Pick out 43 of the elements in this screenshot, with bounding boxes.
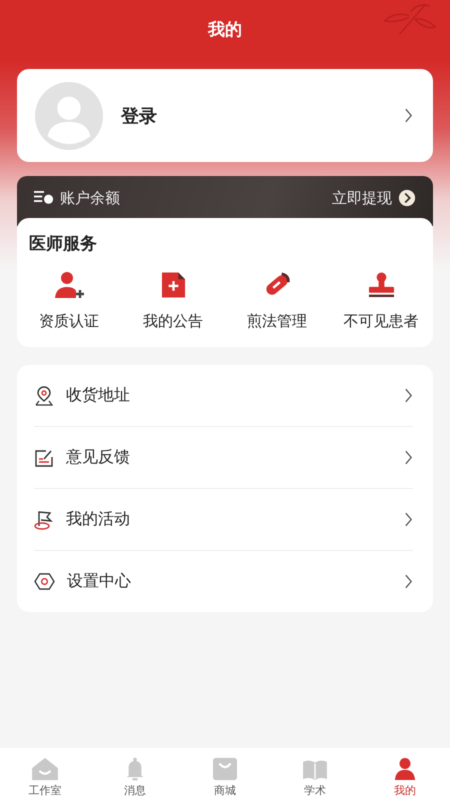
login-card[interactable]: 登录 <box>17 69 433 162</box>
tab[interactable]: 学术 <box>270 759 360 798</box>
page-title: 我的 <box>208 18 242 40</box>
menu-item[interactable]: 设置中心 <box>34 551 413 612</box>
person-add-icon[interactable] <box>53 271 85 299</box>
avatar-icon <box>35 82 103 150</box>
menu-label: 设置中心 <box>67 571 131 592</box>
balance-label: 账户余额 <box>60 189 120 208</box>
service-label[interactable]: 不可见患者 <box>344 312 418 331</box>
house-icon <box>31 757 59 781</box>
login-label: 登录 <box>121 104 158 128</box>
tab[interactable]: 商城 <box>180 757 270 798</box>
person-icon <box>394 757 416 781</box>
document-plus-icon[interactable] <box>160 271 186 299</box>
book-icon <box>302 759 328 781</box>
chevron-right-icon <box>404 512 413 527</box>
edit-note-icon <box>34 448 54 468</box>
coin-list-icon <box>34 189 54 204</box>
location-pin-icon <box>34 386 54 406</box>
chevron-right-icon <box>404 388 413 403</box>
stamp-icon[interactable] <box>368 271 394 299</box>
service-label[interactable]: 我的公告 <box>143 312 203 331</box>
chevron-right-icon <box>404 450 413 465</box>
chevron-right-icon <box>404 574 413 589</box>
bell-icon <box>125 757 145 781</box>
menu-item[interactable]: 收货地址 <box>34 365 413 427</box>
flag-icon <box>34 510 54 530</box>
service-label[interactable]: 资质认证 <box>39 312 99 331</box>
settings-icon <box>34 572 55 591</box>
tab[interactable]: 工作室 <box>0 757 90 798</box>
shopping-bag-icon <box>212 757 238 781</box>
chevron-circle-icon <box>398 189 416 207</box>
tab[interactable]: 消息 <box>90 757 180 798</box>
menu-label: 我的活动 <box>66 509 130 530</box>
withdraw-link[interactable]: 立即提现 <box>332 189 392 208</box>
menu-label: 意见反馈 <box>66 447 130 468</box>
menu-item[interactable]: 意见反馈 <box>34 427 413 489</box>
service-label[interactable]: 煎法管理 <box>247 312 307 331</box>
tab[interactable]: 我的 <box>360 757 450 798</box>
chevron-right-icon <box>404 108 413 123</box>
menu-item[interactable]: 我的活动 <box>34 489 413 551</box>
menu-label: 收货地址 <box>66 385 130 406</box>
section-title: 医师服务 <box>28 233 98 255</box>
